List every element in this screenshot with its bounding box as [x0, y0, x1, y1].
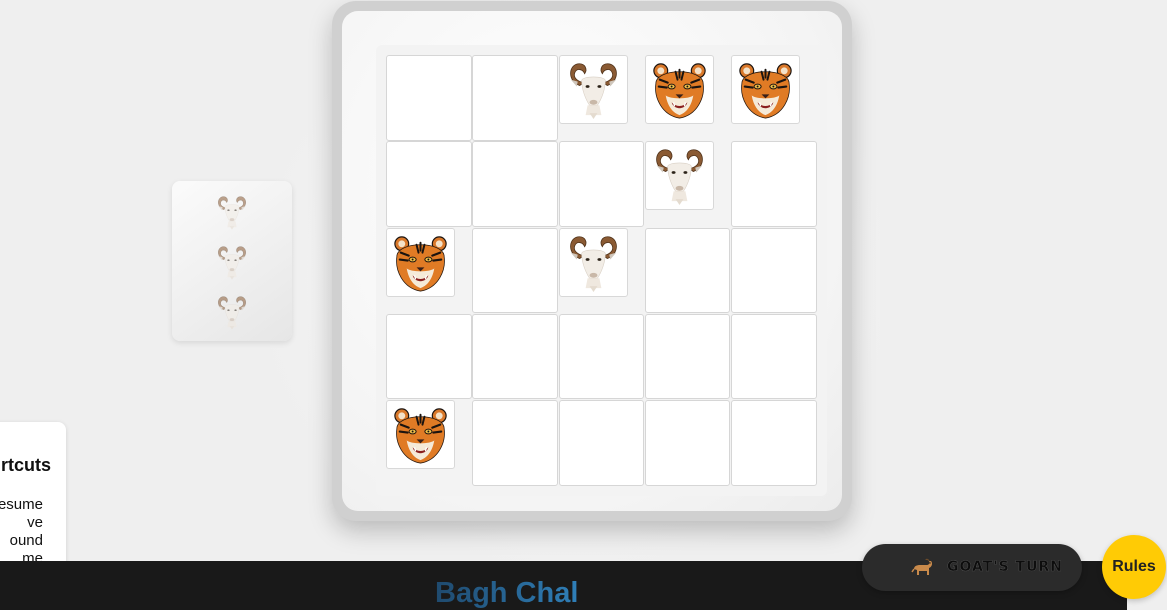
board-cell-r2-c3[interactable]: [644, 227, 731, 314]
board-cell-r0-c0[interactable]: [386, 55, 472, 141]
game-title: Bagh Chal: [435, 577, 579, 609]
board-cell-r4-c4[interactable]: [731, 400, 817, 486]
goat-piece-r1-c3[interactable]: [644, 141, 714, 211]
rules-button[interactable]: Rules: [1102, 535, 1166, 599]
tiger-icon: [387, 229, 454, 296]
board-cell-r0-c1[interactable]: [472, 55, 558, 141]
board-cell-r3-c4[interactable]: [731, 313, 817, 400]
board-cell-r3-c2[interactable]: [558, 313, 645, 400]
tiger-piece-r0-c4[interactable]: [731, 55, 801, 124]
board-cell-r2-c1[interactable]: [472, 227, 558, 314]
goat-icon: [212, 291, 252, 333]
shortcuts-title: rtcuts: [0, 455, 51, 475]
shortcut-item-sound: ound: [9, 532, 43, 549]
board-cell-r1-c4[interactable]: [731, 141, 817, 227]
board-cell-r3-c1[interactable]: [472, 313, 558, 400]
board-cell-r4-c1[interactable]: [472, 400, 558, 486]
tiger-piece-r0-c3[interactable]: [644, 55, 714, 124]
tiger-icon: [732, 56, 799, 123]
board-cell-r3-c3[interactable]: [644, 313, 731, 400]
goat-piece-r0-c2[interactable]: [558, 55, 628, 124]
tiger-icon: [646, 56, 713, 123]
goat-icon: [560, 229, 627, 296]
board-cell-r4-c2[interactable]: [558, 400, 645, 486]
board-cell-r4-c3[interactable]: [644, 400, 731, 486]
tiger-icon: [387, 401, 454, 468]
board-grid: [376, 45, 827, 496]
game-board-frame: [332, 1, 852, 521]
board-cell-r1-c1[interactable]: [472, 141, 558, 227]
board-cell-r1-c0[interactable]: [386, 141, 472, 227]
goat-piece-r2-c2[interactable]: [558, 227, 628, 297]
goat-icon: [646, 142, 713, 209]
goat-reserve-panel: [172, 181, 292, 341]
board-cell-r1-c2[interactable]: [558, 141, 645, 227]
turn-indicator: GOAT'S TURN: [862, 544, 1082, 591]
game-board: [342, 11, 842, 511]
tiger-piece-r4-c0[interactable]: [386, 400, 455, 470]
turn-label: GOAT'S TURN: [947, 559, 1063, 575]
goat-icon: [212, 241, 252, 283]
shortcut-item-resume: esume: [0, 496, 43, 513]
shortcut-item-move: ve: [27, 514, 43, 531]
goat-icon: [560, 56, 627, 123]
goat-icon: [212, 191, 252, 233]
board-cell-r2-c4[interactable]: [731, 227, 817, 314]
goat-icon: [910, 558, 934, 580]
board-cell-r3-c0[interactable]: [386, 313, 472, 400]
tiger-piece-r2-c0[interactable]: [386, 227, 455, 297]
